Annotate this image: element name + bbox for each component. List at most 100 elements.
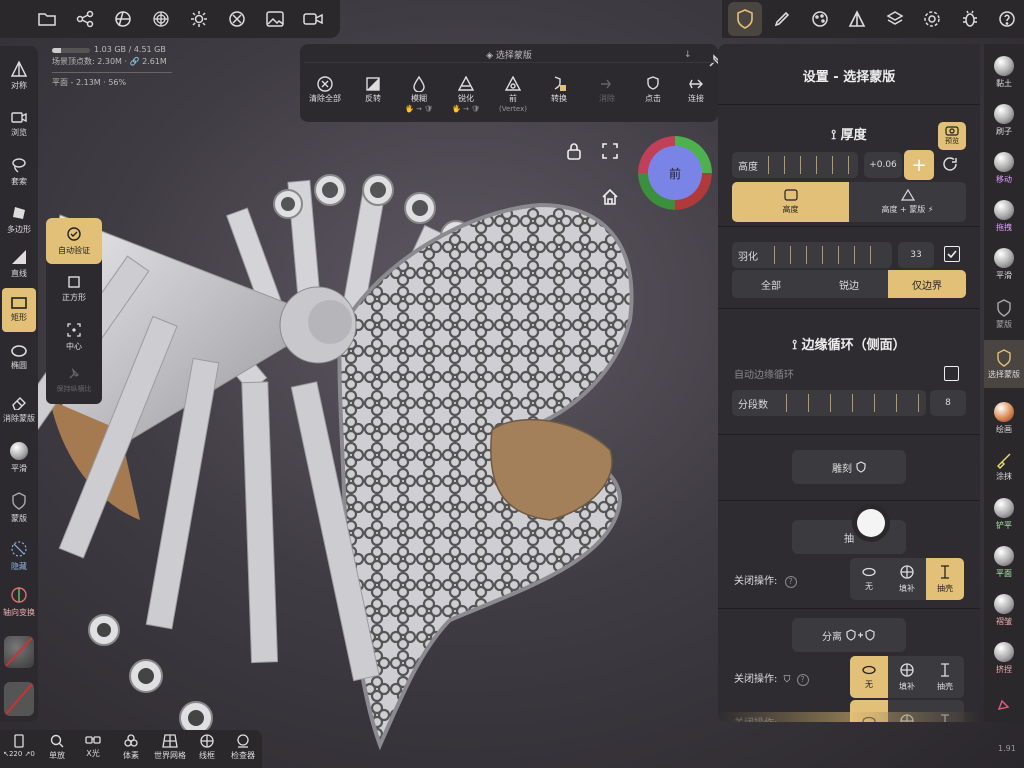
brush-smudge[interactable]: 涂抹 xyxy=(984,442,1024,490)
brush-crease[interactable]: 褶皱 xyxy=(984,586,1024,634)
tool-ellipse[interactable]: 椭圆 xyxy=(0,336,38,380)
segments-slider[interactable]: 分段数 xyxy=(732,390,926,416)
world-grid-button[interactable]: 世界网格 xyxy=(150,734,190,761)
feather-value[interactable]: 33 xyxy=(898,242,934,268)
blur-button[interactable]: 模糊 🖐 → 🛡 xyxy=(394,76,444,120)
brush-clay[interactable]: 黏土 xyxy=(984,48,1024,96)
sharpen-button[interactable]: 锐化 🖐 → 🛡 xyxy=(441,76,491,120)
tool-line[interactable]: 直线 xyxy=(0,242,38,286)
height-value[interactable]: +0.06 xyxy=(864,152,902,178)
bottom-memory[interactable]: ↖220 ↗0 xyxy=(0,734,38,758)
close-op-shell-2[interactable]: 抽壳 xyxy=(926,656,964,698)
voxel-button[interactable]: 体素 xyxy=(112,734,150,761)
close-op-shell[interactable]: 抽壳 xyxy=(926,558,964,600)
option-boundary-only[interactable]: 仅边界 xyxy=(888,270,966,298)
primary-color-swatch[interactable] xyxy=(4,636,34,668)
tool-symmetry[interactable]: 对称 xyxy=(0,54,38,98)
image-icon[interactable] xyxy=(262,6,288,32)
video-icon[interactable] xyxy=(300,6,326,32)
bug-icon[interactable] xyxy=(953,2,987,36)
eliminate-button[interactable]: 消除 xyxy=(582,76,632,120)
top-toolbar xyxy=(0,0,340,38)
mode-height-mask[interactable]: 高度 + 蒙版 ⚡ xyxy=(849,182,966,222)
mesh-icon[interactable] xyxy=(110,6,136,32)
close-op-none[interactable]: 无 xyxy=(850,558,888,600)
sphere-grid-icon[interactable] xyxy=(148,6,174,32)
brush-select-mask[interactable]: 选择蒙版 xyxy=(984,340,1024,388)
brush-paint[interactable]: 绘画 xyxy=(984,394,1024,442)
reset-icon[interactable] xyxy=(942,156,958,172)
brush-drag[interactable]: 拖拽 xyxy=(984,192,1024,240)
close-op-none-2[interactable]: 无 xyxy=(850,656,888,698)
brush-smooth[interactable]: 平滑 xyxy=(984,240,1024,288)
help-icon[interactable] xyxy=(991,2,1024,36)
plane-stats: 平面 - 2.13M · 56% xyxy=(52,78,127,87)
tool-browse[interactable]: 浏览 xyxy=(0,102,38,146)
feather-checkbox[interactable] xyxy=(944,246,960,262)
secondary-color-swatch[interactable] xyxy=(4,682,34,716)
add-plus-button[interactable]: + xyxy=(904,150,934,180)
mode-height[interactable]: 高度 xyxy=(732,182,849,222)
brush-more[interactable] xyxy=(984,680,1024,728)
split-button[interactable]: 分离 xyxy=(792,618,906,652)
brush-pinch[interactable]: 挤捏 xyxy=(984,634,1024,682)
brush-move[interactable]: 移动 xyxy=(984,144,1024,192)
invert-button[interactable]: 反转 xyxy=(348,76,398,120)
extract-slider-knob[interactable] xyxy=(852,504,890,542)
tool-clear-mask[interactable]: 消除蒙版 xyxy=(0,388,38,432)
brush-plane[interactable]: 平面 xyxy=(984,538,1024,586)
tool-polygon[interactable]: 多边形 xyxy=(0,198,38,242)
close-op-fill[interactable]: 填补 xyxy=(888,558,926,600)
option-auto-validate[interactable]: 自动验证 xyxy=(46,218,102,264)
tool-hide[interactable]: 隐藏 xyxy=(0,534,38,578)
front-vertex-button[interactable]: 前 (Vertex) xyxy=(488,76,538,120)
tap-button[interactable]: 点击 xyxy=(628,76,678,120)
tool-rectangle[interactable]: 矩形 xyxy=(2,288,36,332)
solo-button[interactable]: 单放 xyxy=(38,734,76,761)
connect-button[interactable]: 连接 xyxy=(674,76,718,120)
lock-icon[interactable] xyxy=(566,142,582,160)
option-square[interactable]: 正方形 xyxy=(46,266,102,312)
tool-axis-transform[interactable]: 轴向变换 xyxy=(0,580,38,624)
home-icon[interactable] xyxy=(601,188,619,206)
folder-icon[interactable] xyxy=(34,6,60,32)
feather-slider[interactable]: 羽化 xyxy=(732,242,892,268)
close-op-fill-2[interactable]: 填补 xyxy=(888,656,926,698)
option-center[interactable]: 中心 xyxy=(46,314,102,360)
brush-mask[interactable]: 蒙版 xyxy=(984,290,1024,338)
option-all[interactable]: 全部 xyxy=(732,270,810,298)
gear-icon[interactable] xyxy=(916,2,950,36)
phone-icon xyxy=(14,734,24,748)
help-icon[interactable]: ? xyxy=(784,576,797,588)
view-cube[interactable]: 前 xyxy=(638,136,712,210)
option-sharp-edge[interactable]: 锐边 xyxy=(810,270,888,298)
dropdown-arrow-icon[interactable]: ↓ xyxy=(684,50,692,60)
triangle-icon[interactable] xyxy=(841,2,875,36)
palette-icon[interactable] xyxy=(803,2,837,36)
tool-mask[interactable]: 蒙版 xyxy=(0,486,38,530)
sun-icon[interactable] xyxy=(186,6,212,32)
layers-icon[interactable] xyxy=(878,2,912,36)
auto-edge-loop-checkbox[interactable] xyxy=(944,366,959,381)
edge-loop-heading: 边缘循环（侧面） xyxy=(801,338,906,353)
brush-flatten[interactable]: 铲平 xyxy=(984,490,1024,538)
height-slider[interactable]: 高度 xyxy=(732,152,858,178)
share-nodes-icon[interactable] xyxy=(72,6,98,32)
clear-all-button[interactable]: 清除全部 xyxy=(300,76,350,120)
tool-smooth[interactable]: 平滑 xyxy=(0,436,38,480)
wireframe-button[interactable]: 线框 xyxy=(188,734,226,761)
tool-lasso[interactable]: 套索 xyxy=(0,150,38,194)
fullscreen-icon[interactable] xyxy=(601,142,619,160)
segments-value[interactable]: 8 xyxy=(930,390,966,416)
preview-toggle[interactable]: 预览 xyxy=(938,122,966,150)
brush-standard[interactable]: 刷子 xyxy=(984,96,1024,144)
brush-icon[interactable] xyxy=(766,2,800,36)
convert-button[interactable]: 转换 xyxy=(534,76,584,120)
inspector-button[interactable]: 检查器 xyxy=(224,734,262,761)
help-icon-2[interactable]: ? xyxy=(796,674,809,686)
mask-shield-icon[interactable] xyxy=(728,2,762,36)
material-icon[interactable] xyxy=(224,6,250,32)
xray-button[interactable]: X光 xyxy=(74,734,112,759)
option-keep-ratio[interactable]: 保持纵横比 xyxy=(46,358,102,404)
carve-button[interactable]: 雕刻 xyxy=(792,450,906,484)
